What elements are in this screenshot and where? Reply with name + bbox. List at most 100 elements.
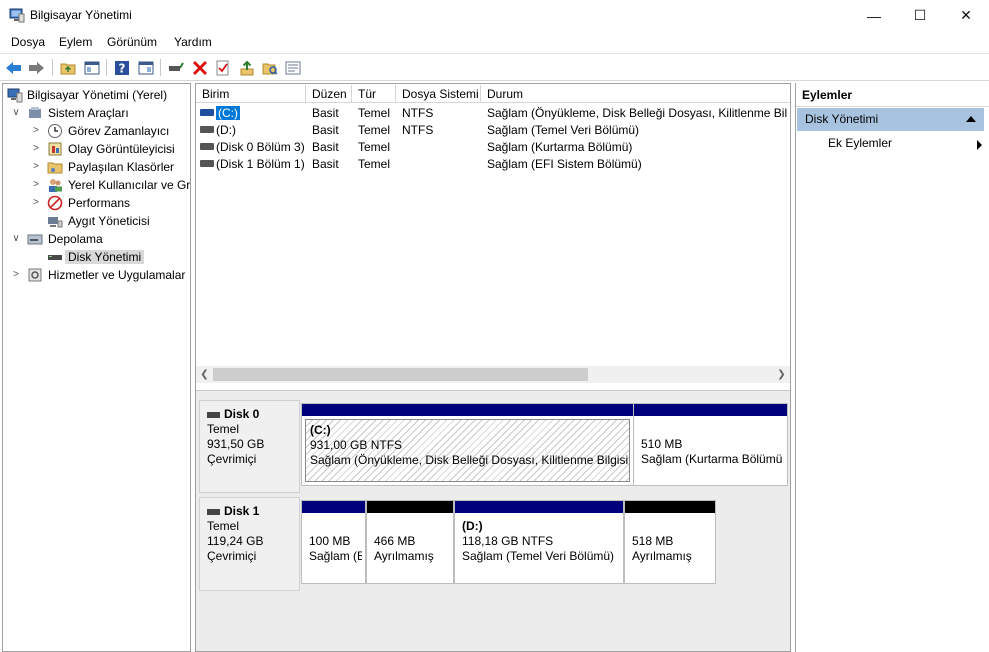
partition-body: (C:) 931,00 GB NTFS Sağlam (Önyükleme, Dis…: [305, 419, 630, 482]
expand-icon[interactable]: >: [31, 179, 41, 191]
tree-item-yerel-kullanıcılar-ve-gru[interactable]: > Yerel Kullanıcılar ve Gru: [3, 176, 190, 194]
volume-type: Temel: [358, 157, 391, 171]
delete-icon[interactable]: [191, 59, 208, 76]
connect-drive-icon[interactable]: [167, 59, 184, 76]
column-header-duzen[interactable]: Düzen: [306, 85, 352, 103]
menu-yardim[interactable]: Yardım: [174, 35, 212, 49]
menu-eylem[interactable]: Eylem: [59, 35, 92, 49]
partition-spacer: [632, 519, 708, 534]
tree-item-bilgisayar-yönetimi-yerel-[interactable]: Bilgisayar Yönetimi (Yerel): [3, 86, 190, 104]
disk-name: Disk 0: [207, 407, 292, 422]
toolbar-separator: [52, 59, 53, 76]
column-header-tur[interactable]: Tür: [352, 85, 396, 103]
tree-item-olay-görüntüleyicisi[interactable]: > Olay Görüntüleyicisi: [3, 140, 190, 158]
shared-folders-icon: [47, 162, 63, 174]
disk-state: Çevrimiçi: [207, 452, 257, 466]
scrollbar-thumb[interactable]: [213, 368, 588, 381]
partition-size: 100 MB: [309, 534, 351, 548]
checklist-icon[interactable]: [214, 59, 231, 76]
volume-layout: Basit: [312, 140, 339, 154]
horizontal-scrollbar[interactable]: ❮ ❯: [196, 366, 790, 383]
partition[interactable]: 100 MB Sağlam (E: [301, 500, 366, 584]
disk-label[interactable]: Disk 1 Temel 119,24 GB Çevrimiçi: [199, 497, 300, 591]
menu-dosya[interactable]: Dosya: [11, 35, 45, 49]
volume-list: Birim Düzen Tür Dosya Sistemi Durum (C:)…: [196, 84, 790, 384]
volume-row[interactable]: (Disk 1 Bölüm 1) Basit Temel Sağlam (EFI Si…: [196, 155, 790, 172]
menu-gorunum[interactable]: Görünüm: [107, 35, 157, 49]
partition[interactable]: 518 MB Ayrılmamış: [624, 500, 716, 584]
volume-status: Sağlam (Önyükleme, Disk Belleği Dosyası,…: [487, 106, 787, 120]
expand-icon[interactable]: >: [31, 197, 41, 209]
primary-partition-bar: [302, 404, 633, 416]
partition-status: Ayrılmamış: [374, 549, 434, 563]
properties-pane-icon[interactable]: [137, 59, 154, 76]
scroll-left-icon[interactable]: ❮: [196, 366, 213, 383]
help-icon[interactable]: ?: [113, 59, 130, 76]
primary-partition-bar: [455, 501, 623, 513]
volume-row[interactable]: (D:) Basit Temel NTFS Sağlam (Temel Veri Böl…: [196, 121, 790, 138]
expand-icon[interactable]: >: [31, 143, 41, 155]
maximize-button[interactable]: ☐: [897, 0, 943, 31]
partition-spacer: [309, 519, 358, 534]
disk-label[interactable]: Disk 0 Temel 931,50 GB Çevrimiçi: [199, 400, 300, 493]
tree-item-sistem-araçları[interactable]: ∨ Sistem Araçları: [3, 104, 190, 122]
partition-d[interactable]: (D:) 118,18 GB NTFS Sağlam (Temel Veri Böl…: [454, 500, 624, 584]
tree-item-performans[interactable]: > Performans: [3, 194, 190, 212]
tree-item-label: Aygıt Yöneticisi: [68, 214, 150, 228]
more-actions-label: Ek Eylemler: [828, 136, 893, 150]
tree-item-görev-zamanlayıcı[interactable]: > Görev Zamanlayıcı: [3, 122, 190, 140]
tree-item-hizmetler-ve-uygulamalar[interactable]: > Hizmetler ve Uygulamalar: [3, 266, 190, 284]
partition-body: 100 MB Sağlam (E: [305, 516, 362, 580]
tree-item-disk-yönetimi[interactable]: Disk Yönetimi: [3, 248, 190, 266]
submenu-arrow-icon: [977, 140, 982, 150]
up-arrow-icon[interactable]: [238, 59, 255, 76]
drive-icon: [200, 126, 214, 133]
title-bar: Bilgisayar Yönetimi — ☐ ✕: [0, 0, 989, 31]
volume-name: (D:): [216, 123, 236, 137]
tree-item-label: Sistem Araçları: [48, 106, 129, 120]
more-actions-item[interactable]: Ek Eylemler: [828, 136, 984, 154]
svg-text:?: ?: [118, 61, 125, 75]
up-folder-icon[interactable]: [59, 59, 76, 76]
disk-icon: [207, 508, 220, 515]
disk-size: 931,50 GB: [207, 437, 265, 451]
tree-item-label: Performans: [68, 196, 131, 210]
device-manager-icon: [48, 217, 63, 228]
tree-item-depolama[interactable]: ∨ Depolama: [3, 230, 190, 248]
collapse-icon[interactable]: ∨: [11, 233, 21, 245]
actions-section-disk-management[interactable]: Disk Yönetimi: [797, 108, 984, 131]
volume-name: (Disk 1 Bölüm 1): [216, 157, 305, 171]
back-icon[interactable]: [5, 59, 22, 76]
minimize-button[interactable]: —: [851, 0, 897, 31]
search-folder-icon[interactable]: [261, 59, 278, 76]
tree-item-label: Hizmetler ve Uygulamalar: [48, 268, 186, 282]
expand-icon[interactable]: >: [31, 125, 41, 137]
computer-management-icon: [9, 8, 25, 23]
partition-label: (C:): [310, 423, 331, 437]
expand-icon[interactable]: >: [11, 269, 21, 281]
list-view-icon[interactable]: [284, 59, 301, 76]
graphical-disk-view: Disk 0 Temel 931,50 GB Çevrimiçi (C:) 931,00 …: [196, 390, 790, 651]
close-button[interactable]: ✕: [943, 0, 989, 31]
volume-row[interactable]: (Disk 0 Bölüm 3) Basit Temel Sağlam (Kurtar…: [196, 138, 790, 155]
forward-icon[interactable]: [28, 59, 45, 76]
collapse-icon[interactable]: ∨: [11, 107, 21, 119]
partition[interactable]: 510 MB Sağlam (Kurtarma Bölümü: [633, 403, 788, 486]
partition-spacer: [374, 519, 446, 534]
column-header-durum[interactable]: Durum: [481, 85, 790, 103]
tree-item-paylaşılan-klasörler[interactable]: > Paylaşılan Klasörler: [3, 158, 190, 176]
primary-partition-bar: [634, 404, 787, 416]
tree-item-aygıt-yöneticisi[interactable]: Aygıt Yöneticisi: [3, 212, 190, 230]
column-header-dosya-sistemi[interactable]: Dosya Sistemi: [396, 85, 481, 103]
column-header-birim[interactable]: Birim: [196, 85, 306, 103]
partition[interactable]: 466 MB Ayrılmamış: [366, 500, 454, 584]
volume-row[interactable]: (C:) Basit Temel NTFS Sağlam (Önyükleme, Dis…: [196, 104, 790, 121]
collapse-icon[interactable]: [966, 116, 976, 122]
partition-c[interactable]: (C:) 931,00 GB NTFS Sağlam (Önyükleme, Dis…: [301, 403, 634, 486]
scroll-right-icon[interactable]: ❯: [773, 366, 790, 383]
partition-size: 118,18 GB NTFS: [462, 534, 554, 548]
show-hide-console-tree-icon[interactable]: [83, 59, 100, 76]
disk-type: Temel: [207, 519, 240, 533]
volume-name: (C:): [216, 106, 240, 120]
expand-icon[interactable]: >: [31, 161, 41, 173]
